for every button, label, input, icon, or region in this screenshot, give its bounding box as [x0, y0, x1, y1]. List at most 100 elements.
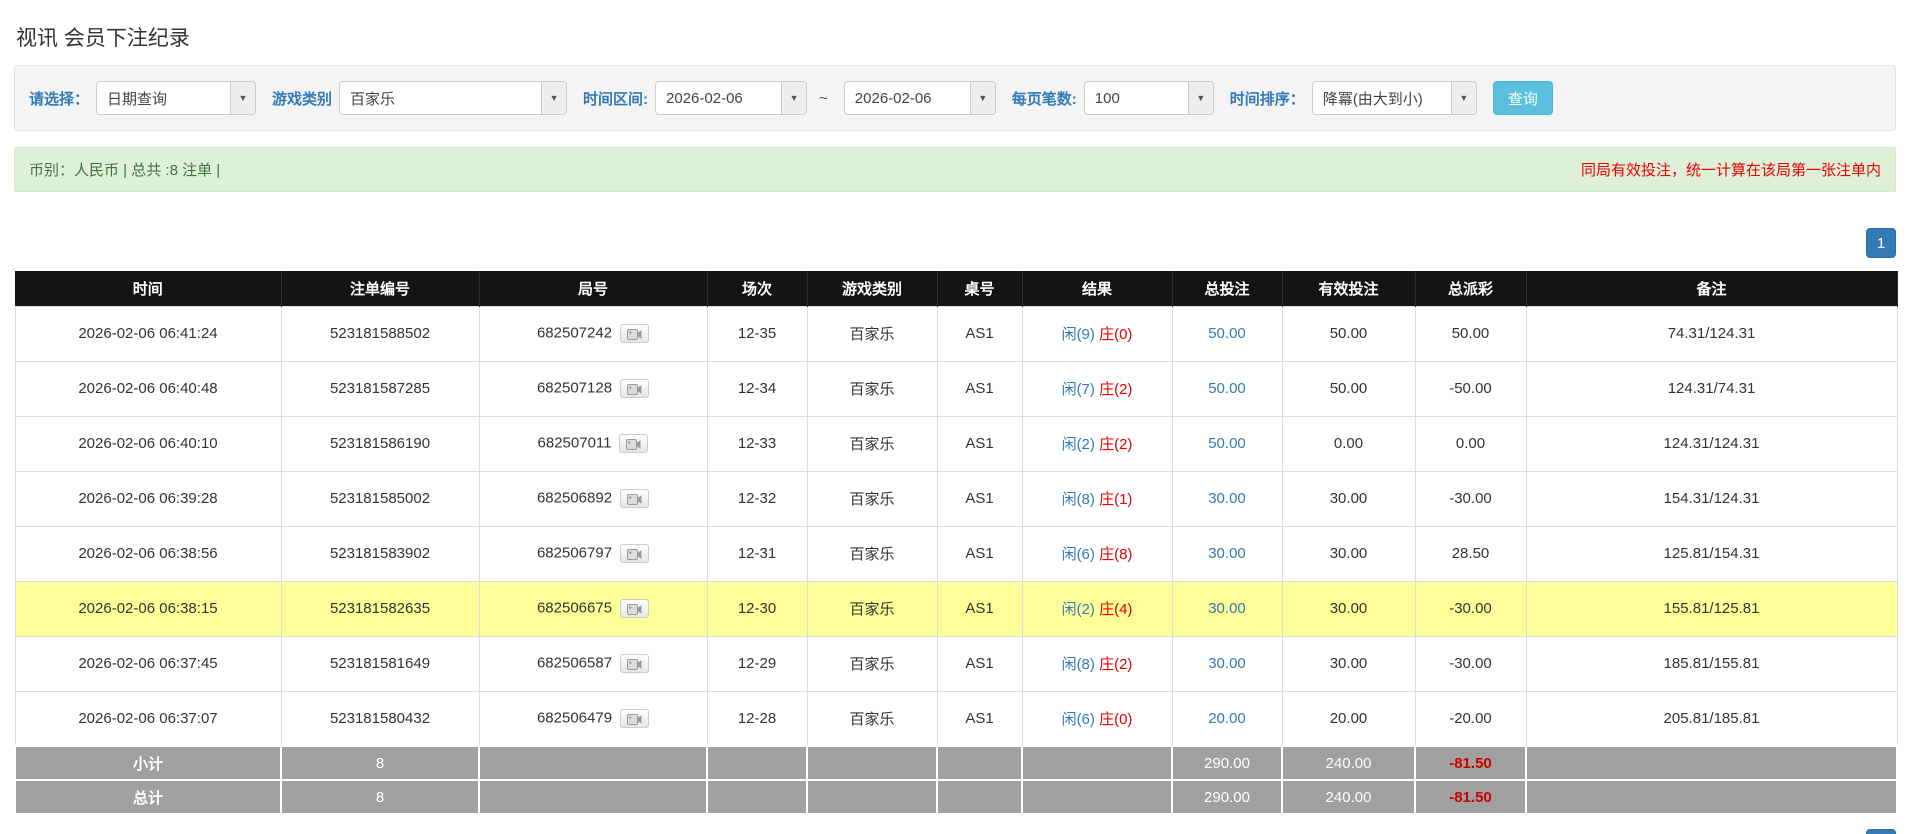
table-row: 2026-02-06 06:41:24 523181588502 682507242…: [14, 305, 1898, 362]
total-bet-link[interactable]: 30.00: [1208, 545, 1246, 562]
cell-result: 闲(2) 庄(2): [1021, 415, 1173, 472]
cell-total-bet: 30.00: [1171, 470, 1283, 527]
cell-total-bet: 30.00: [1171, 580, 1283, 637]
column-header: 时间: [15, 271, 282, 306]
page-button-1-bottom[interactable]: 1: [1866, 829, 1896, 834]
caret-down-icon[interactable]: ▼: [1187, 82, 1213, 114]
caret-down-icon[interactable]: ▼: [541, 82, 567, 114]
column-header: 局号: [479, 271, 708, 306]
cell-round: 682507128: [478, 360, 708, 417]
result-player: 闲(8): [1061, 491, 1095, 508]
video-replay-button[interactable]: [620, 324, 650, 343]
column-header: 桌号: [937, 271, 1023, 306]
cell-game-type: 百家乐: [806, 690, 938, 747]
result-player: 闲(6): [1061, 546, 1095, 563]
cell-bet-id: 523181583902: [280, 525, 480, 582]
date-mode-value: 日期查询: [107, 90, 168, 108]
date-range-separator: ~: [819, 89, 828, 107]
column-header: 备注: [1526, 271, 1898, 306]
video-replay-button[interactable]: [620, 379, 650, 398]
game-type-dropdown[interactable]: 百家乐 ▼: [339, 81, 568, 115]
cell-game-type: 百家乐: [806, 525, 938, 582]
caret-down-icon[interactable]: ▼: [969, 82, 995, 114]
cell-session: 12-34: [706, 360, 808, 417]
cell-total-bet: 50.00: [1171, 360, 1283, 417]
time-sort-label: 时间排序：: [1229, 90, 1305, 108]
table-row: 2026-02-06 06:38:56 523181583902 682506797…: [14, 525, 1898, 582]
video-replay-button[interactable]: [620, 599, 650, 618]
round-number: 682506479: [536, 709, 613, 727]
cell-result: 闲(9) 庄(0): [1021, 305, 1173, 362]
summary-count: 8: [280, 779, 480, 815]
search-button[interactable]: 查询: [1492, 81, 1553, 115]
result-banker: 庄(2): [1099, 656, 1133, 673]
cell-payout: -30.00: [1414, 635, 1527, 692]
date-to-dropdown[interactable]: 2026-02-06 ▼: [843, 81, 996, 115]
column-header: 总投注: [1172, 271, 1283, 306]
cell-total-bet: 30.00: [1171, 525, 1283, 582]
summary-count: 8: [280, 745, 480, 781]
video-replay-button[interactable]: [620, 489, 650, 508]
cell-remark: 124.31/124.31: [1525, 415, 1898, 472]
column-header: 场次: [707, 271, 808, 306]
total-bet-link[interactable]: 30.00: [1208, 490, 1246, 507]
cell-valid-bet: 30.00: [1281, 635, 1416, 692]
cell-table-no: AS1: [936, 360, 1023, 417]
video-icon: [627, 713, 642, 725]
round-number: 682506675: [536, 599, 613, 617]
cell-round: 682507011: [478, 415, 708, 472]
cell-valid-bet: 0.00: [1281, 415, 1416, 472]
pagination-bottom: 1: [14, 829, 1896, 834]
filter-bar: 请选择： 日期查询 ▼ 游戏类别 百家乐 ▼ 时间区间: 2026-02-06 …: [14, 65, 1896, 131]
page-size-dropdown[interactable]: 100 ▼: [1083, 81, 1214, 115]
total-bet-link[interactable]: 50.00: [1208, 435, 1246, 452]
summary-empty-table: [936, 745, 1023, 781]
video-replay-button[interactable]: [620, 654, 650, 673]
total-bet-link[interactable]: 50.00: [1208, 325, 1246, 342]
page-button-1[interactable]: 1: [1866, 228, 1896, 258]
cell-round: 682507242: [478, 305, 708, 362]
result-banker: 庄(8): [1099, 546, 1133, 563]
round-number: 682507128: [536, 379, 613, 397]
cell-remark: 185.81/155.81: [1525, 635, 1898, 692]
cell-result: 闲(6) 庄(0): [1021, 690, 1173, 747]
total-bet-link[interactable]: 20.00: [1208, 710, 1246, 727]
cell-bet-id: 523181587285: [280, 360, 480, 417]
summary-empty-round: [478, 745, 708, 781]
video-replay-button[interactable]: [620, 544, 650, 563]
result-player: 闲(9): [1061, 326, 1095, 343]
date-mode-dropdown[interactable]: 日期查询 ▼: [96, 81, 257, 115]
date-from-dropdown[interactable]: 2026-02-06 ▼: [655, 81, 808, 115]
cell-valid-bet: 30.00: [1281, 525, 1416, 582]
video-replay-button[interactable]: [620, 708, 650, 728]
cell-bet-id: 523181581649: [280, 635, 480, 692]
cell-round: 682506479: [478, 690, 708, 747]
table-header-row: 时间 注单编号 局号 场次 游戏类别 桌号 结果 总投注 有效投注 总派彩 备注: [15, 271, 1898, 306]
summary-empty-game: [806, 745, 938, 781]
cell-time: 2026-02-06 06:38:15: [14, 580, 282, 637]
total-bet-link[interactable]: 30.00: [1208, 655, 1246, 672]
column-header: 有效投注: [1282, 271, 1416, 306]
total-bet-link[interactable]: 30.00: [1208, 600, 1246, 617]
cell-payout: -50.00: [1414, 360, 1527, 417]
cell-time: 2026-02-06 06:37:45: [14, 635, 282, 692]
cell-game-type: 百家乐: [806, 360, 938, 417]
table-row: 2026-02-06 06:40:48 523181587285 682507128…: [14, 360, 1898, 417]
cell-remark: 154.31/124.31: [1525, 470, 1898, 527]
table-row: 2026-02-06 06:39:28 523181585002 682506892…: [14, 470, 1898, 527]
caret-down-icon[interactable]: ▼: [781, 82, 807, 114]
total-bet-link[interactable]: 50.00: [1208, 380, 1246, 397]
date-to-value: 2026-02-06: [854, 89, 932, 107]
caret-down-icon[interactable]: ▼: [1450, 82, 1476, 114]
video-replay-button[interactable]: [619, 434, 649, 453]
cell-valid-bet: 30.00: [1281, 580, 1416, 637]
cell-session: 12-31: [706, 525, 808, 582]
table-row: 2026-02-06 06:37:45 523181581649 682506587…: [14, 635, 1898, 692]
cell-time: 2026-02-06 06:38:56: [14, 525, 282, 582]
video-icon: [627, 329, 642, 340]
cell-payout: 28.50: [1414, 525, 1527, 582]
cell-remark: 124.31/74.31: [1525, 360, 1898, 417]
time-sort-dropdown[interactable]: 降冪(由大到小) ▼: [1311, 81, 1477, 115]
caret-down-icon[interactable]: ▼: [230, 82, 256, 114]
cell-table-no: AS1: [936, 305, 1023, 362]
